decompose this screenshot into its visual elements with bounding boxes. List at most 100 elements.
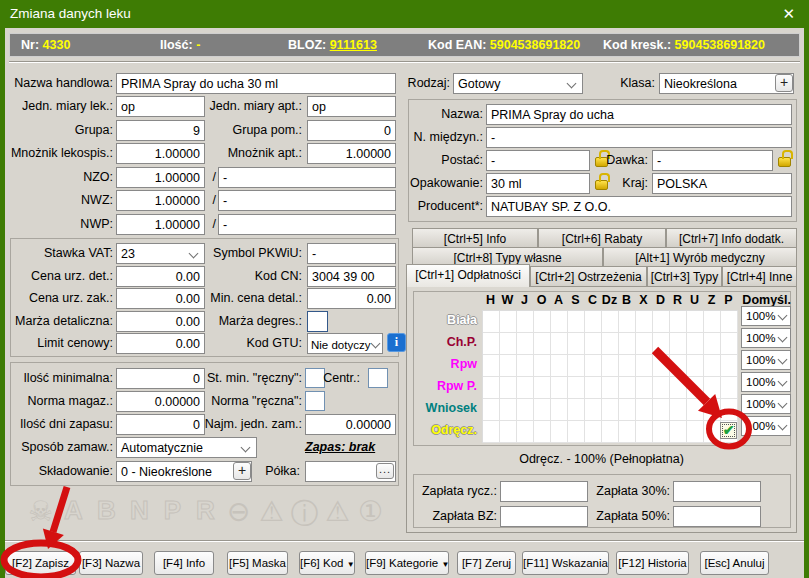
intl-name-field[interactable]: - xyxy=(486,127,792,148)
payment-cell-Odręcz.-H[interactable] xyxy=(483,421,500,443)
button--f6--kod[interactable]: [F6] Kod ▼ xyxy=(299,551,355,575)
payment-cell-Ch.P.-A[interactable] xyxy=(551,333,568,355)
bloz-link[interactable]: 9111613 xyxy=(330,38,377,52)
button--f3--nazwa[interactable]: [F3] Nazwa xyxy=(79,551,143,575)
button--f5--maska[interactable]: [F5] Maska xyxy=(227,551,288,575)
payment-cell-Odręcz.-C[interactable] xyxy=(585,421,602,443)
payment-30-field[interactable] xyxy=(673,481,761,502)
payment-cell-Biała-D[interactable] xyxy=(653,311,670,333)
payment-cell-Biała-C[interactable] xyxy=(585,311,602,333)
payment-checkbox-checked[interactable]: ✔ xyxy=(720,422,737,439)
stock-link[interactable]: Zapas: brak xyxy=(305,440,375,454)
producer-field[interactable]: NATUBAY SP. Z O.O. xyxy=(486,196,792,217)
payment-cell-Wniosek-J[interactable] xyxy=(517,399,534,421)
dose-field[interactable]: - xyxy=(652,150,773,171)
payment-cell-Rpw-Dz[interactable] xyxy=(602,355,619,377)
payment-cell-Biała-U[interactable] xyxy=(687,311,704,333)
payment-cell-Wniosek-S[interactable] xyxy=(568,399,585,421)
payment-cell-Wniosek-P[interactable] xyxy=(721,399,738,421)
payment-cell-Biała-H[interactable] xyxy=(483,311,500,333)
payment-cell-Odręcz.-A[interactable] xyxy=(551,421,568,443)
payment-cell-Wniosek-Z[interactable] xyxy=(704,399,721,421)
payment-cell-Odręcz.-W[interactable] xyxy=(500,421,517,443)
payment-cell-Odręcz.-Z[interactable] xyxy=(704,421,721,443)
default-payment-dropdown-3[interactable]: 100% xyxy=(741,350,791,370)
payment-cell-Ch.P.-Z[interactable] xyxy=(704,333,721,355)
nzo-field-1[interactable]: 1.00000 xyxy=(116,167,205,188)
nwp-field-1[interactable]: 1.00000 xyxy=(116,214,205,235)
payment-cell-Ch.P.-X[interactable] xyxy=(636,333,653,355)
payment-cell-Ch.P.-B[interactable] xyxy=(619,333,636,355)
payment-cell-Rpw P.-W[interactable] xyxy=(500,377,517,399)
button--esc--anuluj[interactable]: [Esc] Anuluj xyxy=(700,551,769,575)
payment-cell-Ch.P.-R[interactable] xyxy=(670,333,687,355)
payment-cell-Odręcz.-Dz[interactable] xyxy=(602,421,619,443)
payment-cell-Ch.P.-W[interactable] xyxy=(500,333,517,355)
button--f9--kategorie[interactable]: [F9] Kategorie ▼ xyxy=(365,551,449,575)
tab-rabaty[interactable]: [Ctrl+6] Rabaty xyxy=(538,228,666,247)
payment-cell-Biała-S[interactable] xyxy=(568,311,585,333)
button--f12--historia[interactable]: [F12] Historia xyxy=(616,551,689,575)
payment-cell-Biała-B[interactable] xyxy=(619,311,636,333)
payment-cell-Wniosek-D[interactable] xyxy=(653,399,670,421)
margin-degres-field[interactable] xyxy=(307,311,328,332)
payment-cell-Rpw-B[interactable] xyxy=(619,355,636,377)
payment-cell-Rpw-S[interactable] xyxy=(568,355,585,377)
payment-cell-Ch.P.-D[interactable] xyxy=(653,333,670,355)
payment-cell-Odręcz.-J[interactable] xyxy=(517,421,534,443)
payment-cell-Odręcz.-S[interactable] xyxy=(568,421,585,443)
payment-cell-Rpw P.-O[interactable] xyxy=(534,377,551,399)
tab-inne[interactable]: [Ctrl+4] Inne xyxy=(722,266,797,287)
payment-cell-Rpw P.-C[interactable] xyxy=(585,377,602,399)
payment-cell-Rpw P.-Dz[interactable] xyxy=(602,377,619,399)
tab-info-dodatk[interactable]: [Ctrl+7] Info dodatk. xyxy=(666,228,797,247)
payment-cell-Rpw P.-X[interactable] xyxy=(636,377,653,399)
nwz-field-1[interactable]: 1.00000 xyxy=(116,190,205,211)
default-payment-dropdown-6[interactable]: 100% xyxy=(741,416,791,436)
payment-cell-Biała-X[interactable] xyxy=(636,311,653,333)
payment-cell-Rpw P.-H[interactable] xyxy=(483,377,500,399)
order-mode-combo[interactable]: Automatycznie xyxy=(116,437,257,458)
payment-cell-Biała-A[interactable] xyxy=(551,311,568,333)
close-icon[interactable]: ✕ xyxy=(782,5,795,23)
payment-cell-Ch.P.-Dz[interactable] xyxy=(602,333,619,355)
payment-cell-Rpw-A[interactable] xyxy=(551,355,568,377)
payment-cell-Biała-Dz[interactable] xyxy=(602,311,619,333)
payment-50-field[interactable] xyxy=(673,506,761,527)
payment-cell-Rpw P.-D[interactable] xyxy=(653,377,670,399)
tab-info[interactable]: [Ctrl+5] Info xyxy=(412,228,538,247)
payment-cell-Rpw-D[interactable] xyxy=(653,355,670,377)
payment-cell-Ch.P.-H[interactable] xyxy=(483,333,500,355)
payment-cell-Rpw-W[interactable] xyxy=(500,355,517,377)
payment-cell-Rpw-O[interactable] xyxy=(534,355,551,377)
nwz-field-2[interactable]: - xyxy=(218,190,396,211)
payment-cell-Rpw P.-U[interactable] xyxy=(687,377,704,399)
class-add-button[interactable]: + xyxy=(775,74,793,92)
payment-cell-Wniosek-C[interactable] xyxy=(585,399,602,421)
payment-cell-Wniosek-H[interactable] xyxy=(483,399,500,421)
nzo-field-2[interactable]: - xyxy=(218,167,396,188)
payment-cell-Wniosek-A[interactable] xyxy=(551,399,568,421)
payment-cell-Rpw P.-Z[interactable] xyxy=(704,377,721,399)
payment-cell-Rpw-U[interactable] xyxy=(687,355,704,377)
payment-cell-Rpw P.-J[interactable] xyxy=(517,377,534,399)
payment-cell-Biała-R[interactable] xyxy=(670,311,687,333)
default-payment-dropdown-4[interactable]: 100% xyxy=(741,372,791,392)
payment-cell-Rpw-X[interactable] xyxy=(636,355,653,377)
payment-cell-Wniosek-R[interactable] xyxy=(670,399,687,421)
manual-norm-checkbox[interactable] xyxy=(305,391,325,411)
default-payment-dropdown-5[interactable]: 100% xyxy=(741,394,791,414)
class-field[interactable]: Nieokreślona xyxy=(659,73,794,94)
payment-cell-Ch.P.-U[interactable] xyxy=(687,333,704,355)
tab-ostrzezenia[interactable]: [Ctrl+2] Ostrzeżenia xyxy=(530,266,647,287)
payment-cell-Rpw P.-R[interactable] xyxy=(670,377,687,399)
tab-typy[interactable]: [Ctrl+3] Typy xyxy=(647,266,722,287)
payment-cell-Biała-J[interactable] xyxy=(517,311,534,333)
country-field[interactable]: POLSKA xyxy=(652,173,792,194)
payment-cell-Rpw-C[interactable] xyxy=(585,355,602,377)
payment-cell-Biała-O[interactable] xyxy=(534,311,551,333)
pkwiu-field[interactable]: - xyxy=(307,243,396,264)
payment-cell-Odręcz.-D[interactable] xyxy=(653,421,670,443)
button--f2--zapisz[interactable]: [F2] Zapisz xyxy=(5,551,76,575)
payment-cell-Rpw-J[interactable] xyxy=(517,355,534,377)
